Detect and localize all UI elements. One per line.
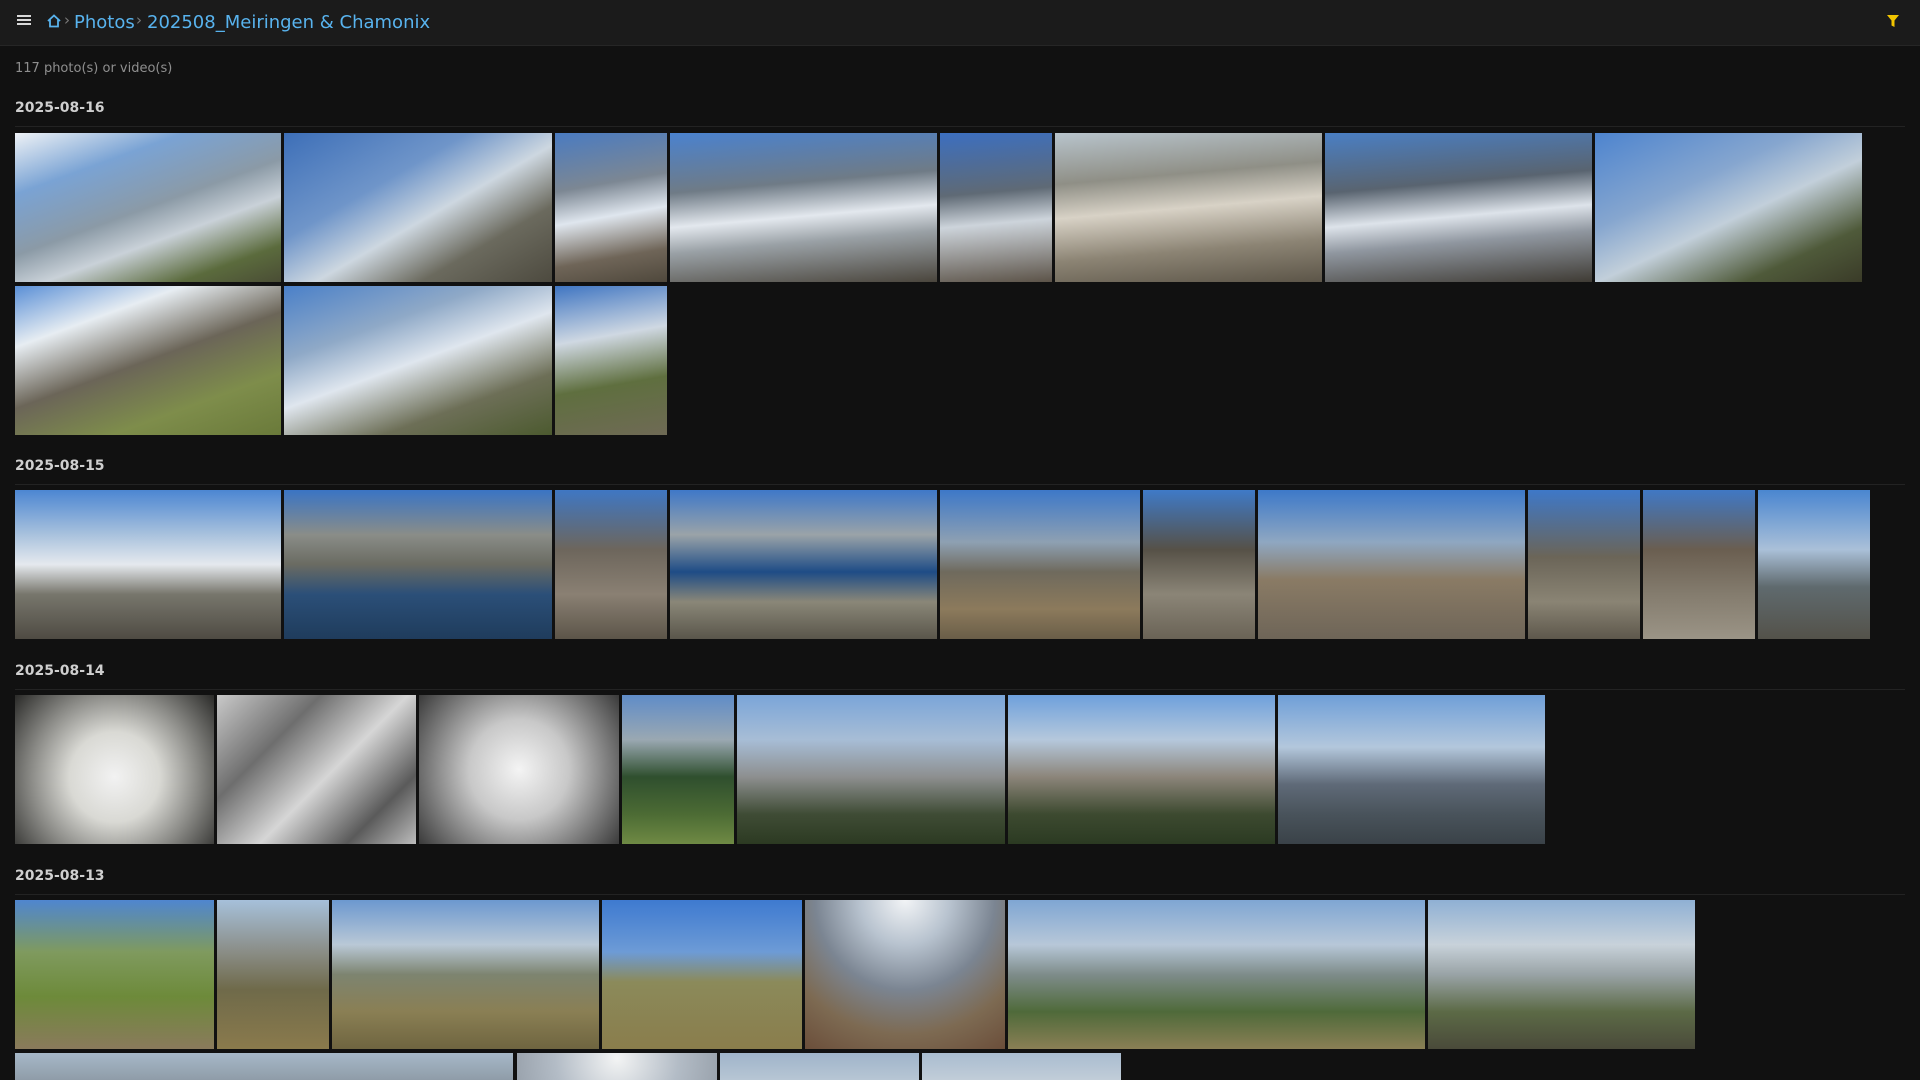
date-label: 2025-08-16 (15, 100, 105, 116)
date-header: 2025-08-14 (15, 663, 1905, 690)
photo-thumbnail[interactable] (1325, 133, 1592, 282)
photo-thumbnail[interactable] (1055, 133, 1322, 282)
breadcrumb-separator: › (64, 11, 70, 29)
breadcrumb-album[interactable]: 202508_Meiringen & Chamonix (147, 12, 430, 33)
top-bar: › Photos › 202508_Meiringen & Chamonix (0, 0, 1920, 46)
photo-thumbnail[interactable] (1428, 900, 1695, 1049)
photo-thumbnail[interactable] (1528, 490, 1640, 639)
photo-thumbnail[interactable] (284, 490, 552, 639)
photo-thumbnail[interactable] (517, 1053, 717, 1080)
photo-thumbnail[interactable] (419, 695, 619, 844)
photo-thumbnail[interactable] (670, 490, 937, 639)
photo-thumbnail[interactable] (737, 695, 1005, 844)
photo-thumbnail[interactable] (1008, 900, 1425, 1049)
photo-thumbnail[interactable] (1595, 133, 1862, 282)
photo-thumbnail[interactable] (15, 490, 281, 639)
photo-thumbnail[interactable] (15, 286, 281, 435)
photo-thumbnail[interactable] (670, 133, 937, 282)
photo-thumbnail[interactable] (555, 286, 667, 435)
photo-thumbnail[interactable] (332, 900, 599, 1049)
photo-thumbnail[interactable] (284, 133, 552, 282)
photo-thumbnail[interactable] (217, 695, 416, 844)
photo-thumbnail[interactable] (1643, 490, 1755, 639)
home-icon[interactable] (47, 14, 61, 28)
photo-thumbnail[interactable] (1758, 490, 1870, 639)
photo-thumbnail[interactable] (940, 133, 1052, 282)
date-label: 2025-08-15 (15, 458, 105, 474)
photo-thumbnail[interactable] (15, 695, 214, 844)
photo-thumbnail[interactable] (555, 490, 667, 639)
photo-thumbnail[interactable] (720, 1053, 919, 1080)
photo-thumbnail[interactable] (217, 900, 329, 1049)
photo-thumbnail[interactable] (602, 900, 802, 1049)
photo-thumbnail[interactable] (284, 286, 552, 435)
date-header: 2025-08-16 (15, 100, 1905, 127)
hamburger-menu-icon[interactable] (17, 13, 31, 27)
photo-thumbnail[interactable] (805, 900, 1005, 1049)
photo-thumbnail[interactable] (940, 490, 1140, 639)
photo-thumbnail[interactable] (15, 1053, 513, 1080)
photo-thumbnail[interactable] (555, 133, 667, 282)
photo-thumbnail[interactable] (15, 900, 214, 1049)
photo-thumbnail[interactable] (622, 695, 734, 844)
photo-count: 117 photo(s) or video(s) (15, 61, 173, 76)
breadcrumb-photos[interactable]: Photos (74, 12, 135, 33)
breadcrumb-separator: › (136, 11, 142, 29)
photo-thumbnail[interactable] (1143, 490, 1255, 639)
photo-thumbnail[interactable] (1278, 695, 1545, 844)
photo-thumbnail[interactable] (922, 1053, 1121, 1080)
date-header: 2025-08-13 (15, 868, 1905, 895)
date-header: 2025-08-15 (15, 458, 1905, 485)
date-label: 2025-08-13 (15, 868, 105, 884)
photo-thumbnail[interactable] (1258, 490, 1525, 639)
filter-icon[interactable] (1887, 15, 1899, 28)
date-label: 2025-08-14 (15, 663, 105, 679)
photo-thumbnail[interactable] (1008, 695, 1275, 844)
photo-thumbnail[interactable] (15, 133, 281, 282)
